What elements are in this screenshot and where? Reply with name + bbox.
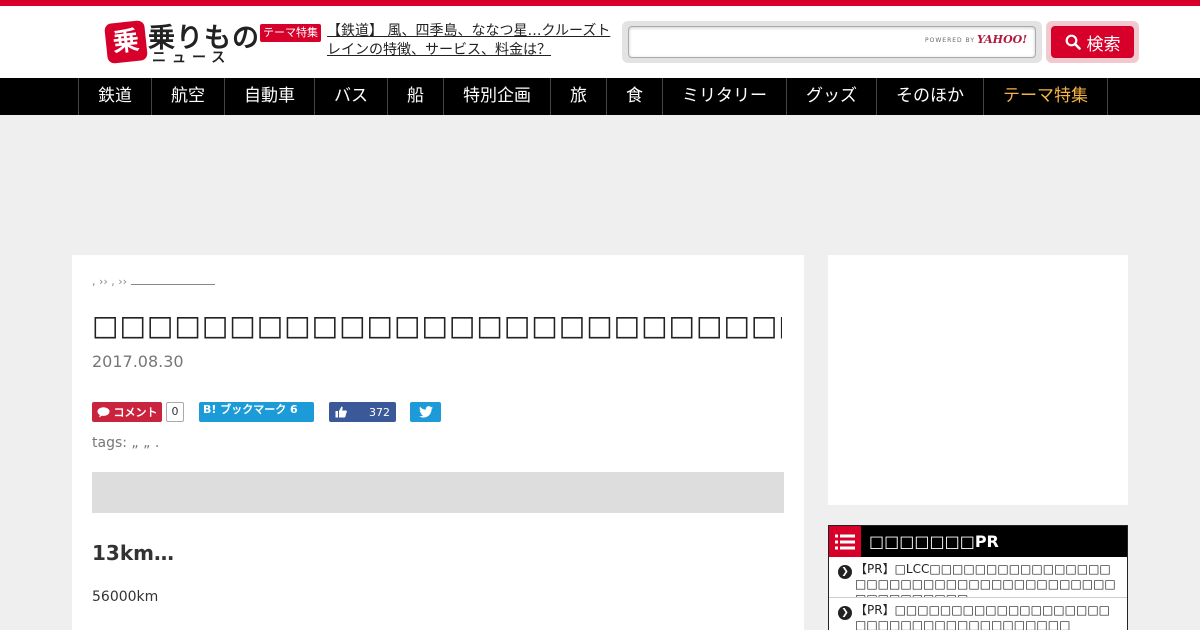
- search-powered-by: POWERED BY: [925, 37, 976, 44]
- nav-item-theme[interactable]: テーマ特集: [984, 78, 1108, 115]
- search-button[interactable]: 検索: [1051, 26, 1134, 58]
- chevron-right-icon: ❯: [838, 606, 852, 620]
- theme-feature-link[interactable]: 【鉄道】 風、四季島、ななつ星…クルーズトレインの特徴、サービス、料金は？: [327, 22, 612, 60]
- thumbs-up-icon: [335, 406, 347, 418]
- speech-bubble-icon: [97, 406, 109, 417]
- nav-item-military[interactable]: ミリタリー: [663, 78, 787, 115]
- nav-item-automobile[interactable]: 自動車: [225, 78, 315, 115]
- twitter-bird-icon: [418, 406, 433, 418]
- sidebar-pr-item-text: 【PR】□LCC□□□□□□□□□□□□□□□□□□□□□□□□□□□□□□□□…: [855, 562, 1116, 597]
- nav-item-special[interactable]: 特別企画: [444, 78, 551, 115]
- search-button-frame: 検索: [1046, 21, 1139, 63]
- nav-item-railway[interactable]: 鉄道: [79, 78, 152, 115]
- chevron-right-icon: ❯: [838, 565, 852, 579]
- logo-mark: 乗: [104, 20, 148, 64]
- breadcrumb-path: , ›› , ››: [92, 275, 128, 288]
- article-body-text: 56000km: [92, 589, 159, 605]
- nav-item-others[interactable]: そのほか: [877, 78, 984, 115]
- comment-label: コメント: [113, 406, 158, 419]
- sidebar-pr-item-text: 【PR】□□□□□□□□□□□□□□□□□□□□□□□□□□□□□□□□□□□□…: [855, 603, 1110, 630]
- share-buttons: コメント 0 B! ブックマーク 6 372: [92, 401, 592, 423]
- nav-item-bus[interactable]: バス: [315, 78, 388, 115]
- comment-button[interactable]: コメント: [92, 402, 162, 422]
- sidebar-pr-box: □□□□□□□PR ❯ 【PR】□LCC□□□□□□□□□□□□□□□□□□□□…: [828, 525, 1128, 630]
- article-subheading: 13km…: [92, 541, 174, 565]
- theme-badge: テーマ特集: [260, 24, 321, 42]
- tags-label: tags:: [92, 435, 127, 451]
- facebook-like-button[interactable]: 372: [329, 402, 396, 422]
- ad-banner-placeholder: [92, 472, 784, 513]
- nav-item-food[interactable]: 食: [607, 78, 663, 115]
- article-tags: tags: „ „ .: [92, 435, 159, 451]
- article-title: □□□□□□□□□□□□□□□□□□□□□□□□□□□□□□□□□□: [92, 309, 782, 342]
- search-box: POWERED BY YAHOO!: [622, 21, 1042, 63]
- breadcrumb[interactable]: , ›› , ››: [92, 275, 215, 288]
- search-button-label: 検索: [1086, 34, 1121, 55]
- search-icon: [1065, 34, 1081, 50]
- nav-item-travel[interactable]: 旅: [551, 78, 607, 115]
- comment-count: 0: [166, 402, 184, 422]
- breadcrumb-current[interactable]: [130, 277, 215, 285]
- list-icon: [829, 526, 861, 557]
- nav-item-aviation[interactable]: 航空: [152, 78, 225, 115]
- sidebar-ad-placeholder: [828, 255, 1128, 505]
- nav-item-ship[interactable]: 船: [388, 78, 444, 115]
- sidebar-pr-item[interactable]: ❯ 【PR】□□□□□□□□□□□□□□□□□□□□□□□□□□□□□□□□□□…: [829, 598, 1127, 630]
- sidebar-pr-item[interactable]: ❯ 【PR】□LCC□□□□□□□□□□□□□□□□□□□□□□□□□□□□□□…: [829, 557, 1127, 598]
- article-card: , ›› , ›› □□□□□□□□□□□□□□□□□□□□□□□□□□□□□□…: [72, 255, 804, 630]
- yahoo-logo: YAHOO!: [977, 33, 1028, 46]
- main-nav: 鉄道 航空 自動車 バス 船 特別企画 旅 食 ミリタリー グッズ そのほか テ…: [0, 78, 1200, 115]
- sidebar-pr-title: □□□□□□□PR: [869, 532, 999, 551]
- site-logo[interactable]: 乗 乗りもの ニュース: [104, 18, 259, 68]
- twitter-share-button[interactable]: [410, 402, 441, 422]
- tags-list[interactable]: „ „ .: [127, 435, 159, 451]
- hatena-bookmark-button[interactable]: B! ブックマーク 6: [199, 402, 314, 422]
- nav-item-goods[interactable]: グッズ: [787, 78, 877, 115]
- sidebar-pr-header: □□□□□□□PR: [829, 526, 1127, 557]
- site-header: 乗 乗りもの ニュース テーマ特集 【鉄道】 風、四季島、ななつ星…クルーズトレ…: [0, 6, 1200, 78]
- article-date: 2017.08.30: [92, 352, 184, 371]
- facebook-like-count: 372: [369, 405, 390, 419]
- logo-subtext: ニュース: [152, 50, 232, 66]
